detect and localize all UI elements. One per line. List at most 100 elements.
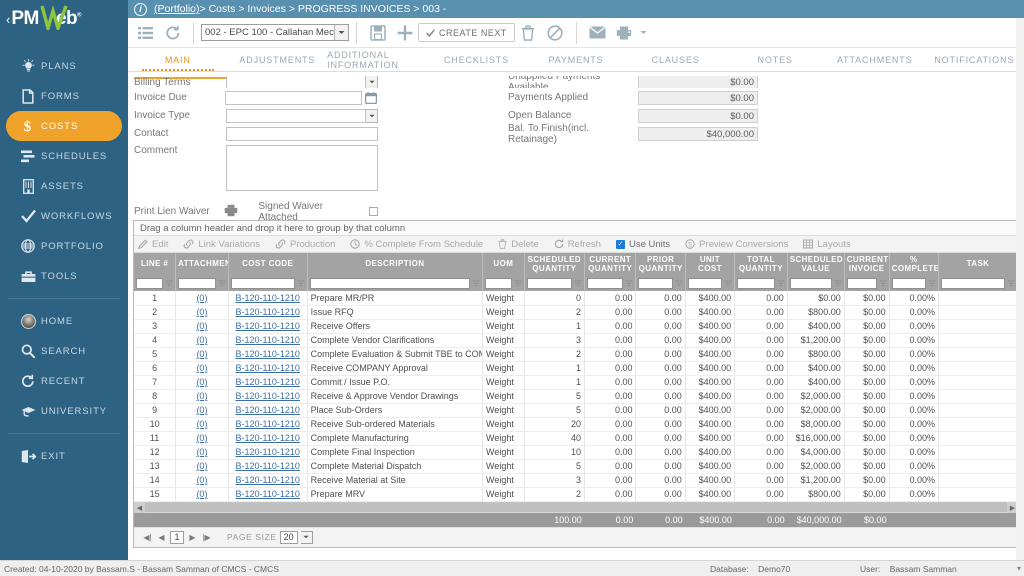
cell-scheduled-value[interactable]: $800.00 <box>787 347 844 361</box>
cell-unit-cost[interactable]: $400.00 <box>685 473 734 487</box>
filter-input-cost-code[interactable] <box>231 278 295 289</box>
cell-attachment[interactable]: (0) <box>176 417 229 431</box>
cell-scheduled-value[interactable]: $8,000.00 <box>787 417 844 431</box>
cell-current-invoice[interactable]: $0.00 <box>844 473 889 487</box>
filter-input-description[interactable] <box>310 278 470 289</box>
cell-task[interactable] <box>938 347 1017 361</box>
cell-unit-cost[interactable]: $400.00 <box>685 487 734 501</box>
cell-cost-code[interactable]: B-120-110-1210 <box>228 305 307 319</box>
cell-prior-quantity[interactable]: 0.00 <box>636 459 685 473</box>
cell-cost-code[interactable]: B-120-110-1210 <box>228 459 307 473</box>
cost-code-link[interactable]: B-120-110-1210 <box>236 433 300 443</box>
cell-total-quantity[interactable]: 0.00 <box>735 403 788 417</box>
cell-prior-quantity[interactable]: 0.00 <box>636 333 685 347</box>
cell-uom[interactable]: Weight <box>483 389 525 403</box>
cost-code-link[interactable]: B-120-110-1210 <box>236 293 300 303</box>
filter-input-unit-cost[interactable] <box>688 278 722 289</box>
cell-uom[interactable]: Weight <box>483 403 525 417</box>
cell-scheduled-quantity[interactable]: 10 <box>524 445 584 459</box>
filter-input-prior-quantity[interactable] <box>638 278 672 289</box>
cell-uom[interactable]: Weight <box>483 361 525 375</box>
checkbox-icon[interactable]: ✓ <box>616 240 625 249</box>
cell-percent-complete[interactable]: 0.00% <box>889 375 938 389</box>
cell-unit-cost[interactable]: $400.00 <box>685 319 734 333</box>
cell-task[interactable] <box>938 361 1017 375</box>
cost-code-link[interactable]: B-120-110-1210 <box>236 489 300 499</box>
attachment-link[interactable]: (0) <box>196 363 207 373</box>
sidebar-item-forms[interactable]: FORMS <box>6 81 122 111</box>
cell-task[interactable] <box>938 459 1017 473</box>
cell-cost-code[interactable]: B-120-110-1210 <box>228 473 307 487</box>
cell-prior-quantity[interactable]: 0.00 <box>636 487 685 501</box>
cell-unit-cost[interactable]: $400.00 <box>685 389 734 403</box>
cell-task[interactable] <box>938 473 1017 487</box>
cell-current-quantity[interactable]: 0.00 <box>584 291 636 305</box>
filter-icon[interactable] <box>834 280 842 288</box>
cell-scheduled-quantity[interactable]: 40 <box>524 431 584 445</box>
filter-input-total-quantity[interactable] <box>737 278 775 289</box>
cell-current-invoice[interactable]: $0.00 <box>844 319 889 333</box>
billing-terms-input[interactable] <box>226 76 366 88</box>
invoice-type-input[interactable] <box>226 109 366 123</box>
cell-current-invoice[interactable]: $0.00 <box>844 487 889 501</box>
cell-scheduled-quantity[interactable]: 3 <box>524 473 584 487</box>
cell-cost-code[interactable]: B-120-110-1210 <box>228 375 307 389</box>
attachment-link[interactable]: (0) <box>196 433 207 443</box>
attachment-link[interactable]: (0) <box>196 391 207 401</box>
cell-current-quantity[interactable]: 0.00 <box>584 487 636 501</box>
cell-total-quantity[interactable]: 0.00 <box>735 389 788 403</box>
cell-scheduled-value[interactable]: $1,200.00 <box>787 473 844 487</box>
scroll-left-icon[interactable]: ◀ <box>134 502 145 513</box>
filter-input-scheduled-value[interactable] <box>790 278 832 289</box>
cell-current-invoice[interactable]: $0.00 <box>844 291 889 305</box>
cell-task[interactable] <box>938 487 1017 501</box>
cell-cost-code[interactable]: B-120-110-1210 <box>228 487 307 501</box>
cell-unit-cost[interactable]: $400.00 <box>685 375 734 389</box>
sidebar-item-plans[interactable]: PLANS <box>6 51 122 81</box>
chevron-down-icon[interactable] <box>366 109 378 123</box>
cell-task[interactable] <box>938 417 1017 431</box>
filter-icon[interactable] <box>625 280 633 288</box>
cell-current-invoice[interactable]: $0.00 <box>844 417 889 431</box>
cell-prior-quantity[interactable]: 0.00 <box>636 347 685 361</box>
cell-total-quantity[interactable]: 0.00 <box>735 319 788 333</box>
cell-current-quantity[interactable]: 0.00 <box>584 375 636 389</box>
filter-input-scheduled-quantity[interactable] <box>527 278 572 289</box>
table-row[interactable]: 6(0)B-120-110-1210Receive COMPANY Approv… <box>134 361 1018 375</box>
filter-input-attachment[interactable] <box>178 278 216 289</box>
cell-line-number[interactable]: 14 <box>134 473 176 487</box>
cell-current-invoice[interactable]: $0.00 <box>844 347 889 361</box>
cell-current-invoice[interactable]: $0.00 <box>844 375 889 389</box>
print-options-chevron-icon[interactable] <box>638 20 650 46</box>
cell-uom[interactable]: Weight <box>483 319 525 333</box>
cell-attachment[interactable]: (0) <box>176 305 229 319</box>
sidebar-item-recent[interactable]: RECENT <box>6 366 122 396</box>
cell-scheduled-quantity[interactable]: 5 <box>524 403 584 417</box>
cell-uom[interactable]: Weight <box>483 445 525 459</box>
cell-task[interactable] <box>938 305 1017 319</box>
col-scheduled-quantity[interactable]: SCHEDULED QUANTITY <box>524 253 584 276</box>
attachment-link[interactable]: (0) <box>196 321 207 331</box>
cell-attachment[interactable]: (0) <box>176 291 229 305</box>
attachment-link[interactable]: (0) <box>196 377 207 387</box>
filter-icon[interactable] <box>675 280 683 288</box>
collapse-sidebar-icon[interactable]: ‹ <box>6 12 10 27</box>
cost-code-link[interactable]: B-120-110-1210 <box>236 475 300 485</box>
cell-scheduled-quantity[interactable]: 1 <box>524 361 584 375</box>
cell-attachment[interactable]: (0) <box>176 389 229 403</box>
cell-scheduled-quantity[interactable]: 2 <box>524 305 584 319</box>
cell-current-invoice[interactable]: $0.00 <box>844 333 889 347</box>
table-row[interactable]: 5(0)B-120-110-1210Complete Evaluation & … <box>134 347 1018 361</box>
cell-prior-quantity[interactable]: 0.00 <box>636 291 685 305</box>
cell-uom[interactable]: Weight <box>483 333 525 347</box>
cell-scheduled-value[interactable]: $1,200.00 <box>787 333 844 347</box>
col-task[interactable]: TASK <box>938 253 1017 276</box>
cell-prior-quantity[interactable]: 0.00 <box>636 417 685 431</box>
filter-input-current-quantity[interactable] <box>587 278 624 289</box>
cell-attachment[interactable]: (0) <box>176 319 229 333</box>
cell-line-number[interactable]: 3 <box>134 319 176 333</box>
cost-code-link[interactable]: B-120-110-1210 <box>236 307 300 317</box>
sidebar-item-home[interactable]: HOME <box>6 306 122 336</box>
cell-scheduled-value[interactable]: $800.00 <box>787 305 844 319</box>
cell-line-number[interactable]: 13 <box>134 459 176 473</box>
